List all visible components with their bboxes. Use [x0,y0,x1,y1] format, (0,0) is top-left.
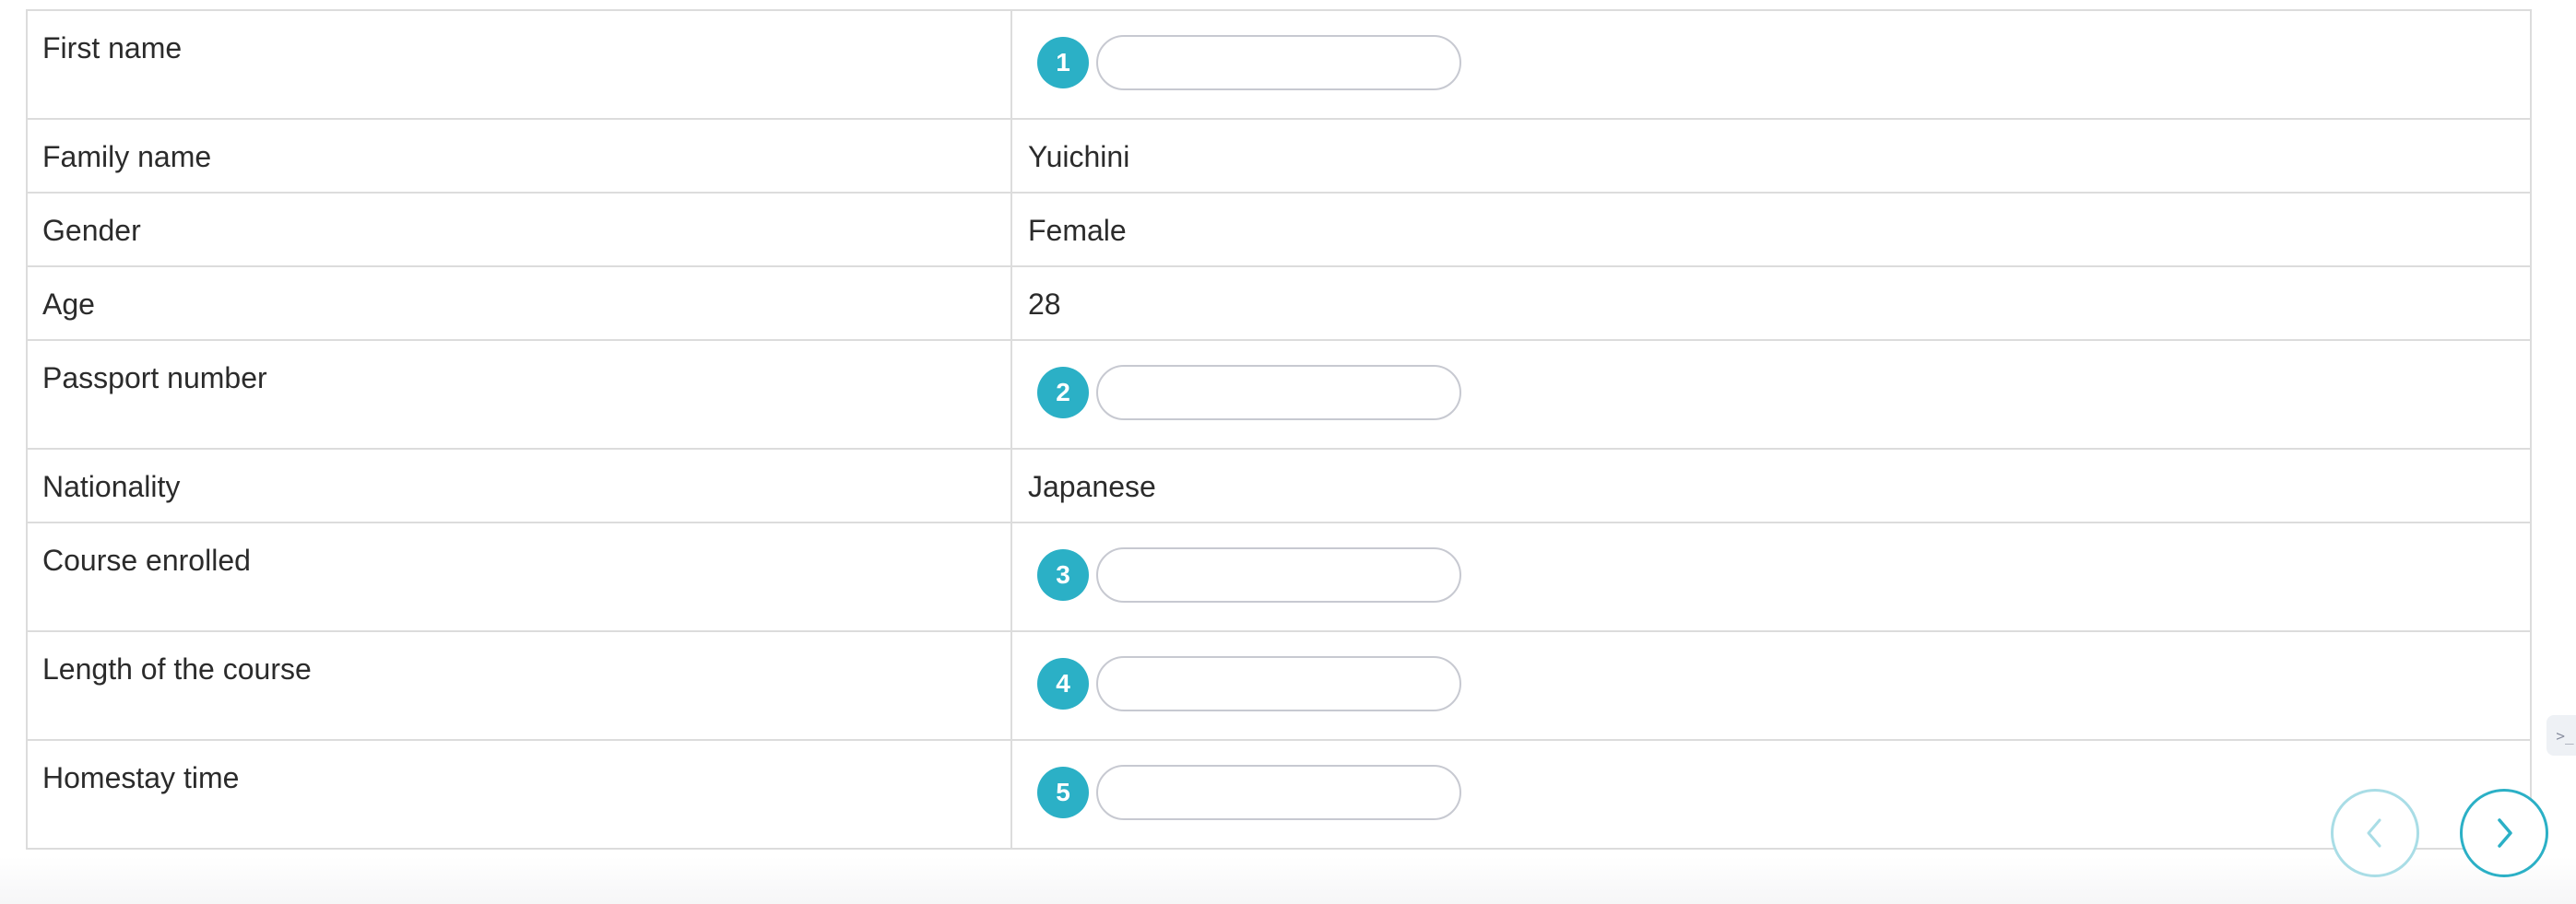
row-value: 5 [1010,739,2532,850]
next-button[interactable] [2460,789,2548,877]
row-value: 4 [1010,630,2532,741]
row-label: Age [26,265,1012,341]
question-group: 3 [1037,547,2530,603]
row-value: 28 [1010,265,2532,341]
passport-number-input[interactable] [1096,365,1461,420]
table-row: Gender Female [26,192,2532,267]
row-label: Course enrolled [26,522,1012,632]
previous-button[interactable] [2331,789,2419,877]
row-label: Gender [26,192,1012,267]
table-row: Homestay time 5 [26,739,2532,850]
question-group: 2 [1037,365,2530,420]
table-row: Course enrolled 3 [26,522,2532,632]
row-label: Length of the course [26,630,1012,741]
row-label: Family name [26,118,1012,194]
question-group: 1 [1037,35,2530,90]
row-value: 1 [1010,9,2532,120]
table-row: Family name Yuichini [26,118,2532,194]
course-enrolled-input[interactable] [1096,547,1461,603]
question-group: 5 [1037,765,2530,820]
row-label: Nationality [26,448,1012,523]
table-row: Length of the course 4 [26,630,2532,741]
row-label: First name [26,9,1012,120]
terminal-icon: >_ [2556,726,2574,745]
first-name-input[interactable] [1096,35,1461,90]
chevron-left-icon [2367,818,2381,848]
homestay-time-input[interactable] [1096,765,1461,820]
row-label: Homestay time [26,739,1012,850]
row-value: Yuichini [1010,118,2532,194]
table-row: Age 28 [26,265,2532,341]
row-value: 3 [1010,522,2532,632]
table-row: Nationality Japanese [26,448,2532,523]
table-row: Passport number 2 [26,339,2532,450]
row-value: 2 [1010,339,2532,450]
course-length-input[interactable] [1096,656,1461,711]
row-value: Japanese [1010,448,2532,523]
table-row: First name 1 [26,9,2532,120]
form-table: First name 1 Family name Yuichini Gender… [26,9,2532,850]
question-number-badge: 4 [1037,658,1089,710]
page: First name 1 Family name Yuichini Gender… [0,0,2576,904]
row-label: Passport number [26,339,1012,450]
row-value: Female [1010,192,2532,267]
question-number-badge: 3 [1037,549,1089,601]
question-number-badge: 2 [1037,367,1089,418]
question-number-badge: 5 [1037,767,1089,818]
question-group: 4 [1037,656,2530,711]
side-tab-toggle[interactable]: >_ [2546,715,2576,756]
chevron-right-icon [2498,818,2512,848]
question-number-badge: 1 [1037,37,1089,88]
